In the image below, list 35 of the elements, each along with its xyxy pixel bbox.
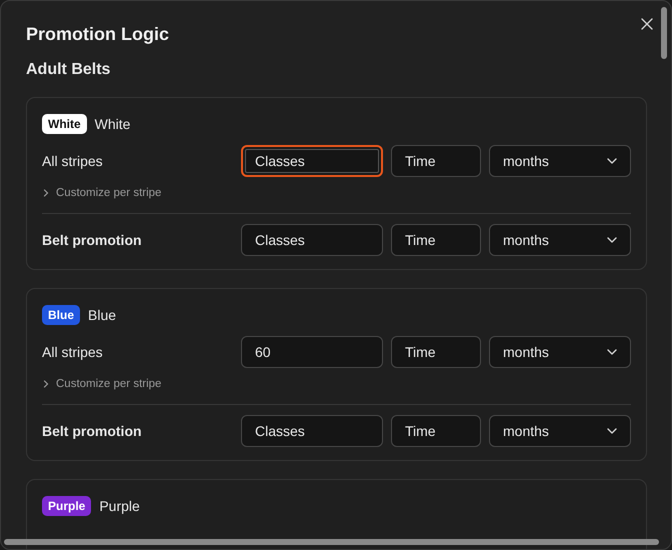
- chevron-down-icon: [607, 237, 617, 243]
- row-label: All stripes: [42, 344, 104, 360]
- belt-name: Blue: [88, 307, 116, 323]
- count-field[interactable]: Classes: [241, 145, 383, 177]
- count-field[interactable]: Classes: [241, 224, 383, 256]
- vertical-scrollbar-thumb[interactable]: [661, 7, 667, 59]
- belt-badge: Purple: [42, 496, 92, 516]
- time-field[interactable]: Time: [391, 415, 481, 447]
- time-field[interactable]: Time: [391, 224, 481, 256]
- belt-badge: White: [42, 114, 87, 134]
- belt-badge: Blue: [42, 305, 80, 325]
- chevron-right-icon: [42, 188, 50, 198]
- count-field[interactable]: 60: [241, 336, 383, 368]
- time-field[interactable]: Time: [391, 336, 481, 368]
- unit-dropdown[interactable]: months: [489, 145, 631, 177]
- chevron-down-icon: [607, 158, 617, 164]
- customize-toggle[interactable]: Customize per stripe: [42, 376, 162, 392]
- row-label: Belt promotion: [42, 232, 143, 248]
- dialog-title: Promotion Logic: [26, 23, 170, 46]
- unit-dropdown[interactable]: months: [489, 224, 631, 256]
- unit-dropdown[interactable]: months: [489, 415, 631, 447]
- count-field[interactable]: Classes: [241, 415, 383, 447]
- horizontal-scrollbar-thumb[interactable]: [4, 539, 659, 545]
- time-field[interactable]: Time: [391, 145, 481, 177]
- row-label: All stripes: [42, 153, 104, 169]
- unit-dropdown[interactable]: months: [489, 336, 631, 368]
- belt-name: Purple: [99, 498, 140, 514]
- chevron-down-icon: [607, 349, 617, 355]
- belt-name: White: [94, 116, 130, 132]
- row-label: Belt promotion: [42, 423, 143, 439]
- section-title: Adult Belts: [26, 60, 112, 80]
- close-icon[interactable]: [640, 17, 654, 31]
- customize-toggle[interactable]: Customize per stripe: [42, 185, 162, 201]
- chevron-right-icon: [42, 379, 50, 389]
- chevron-down-icon: [607, 428, 617, 434]
